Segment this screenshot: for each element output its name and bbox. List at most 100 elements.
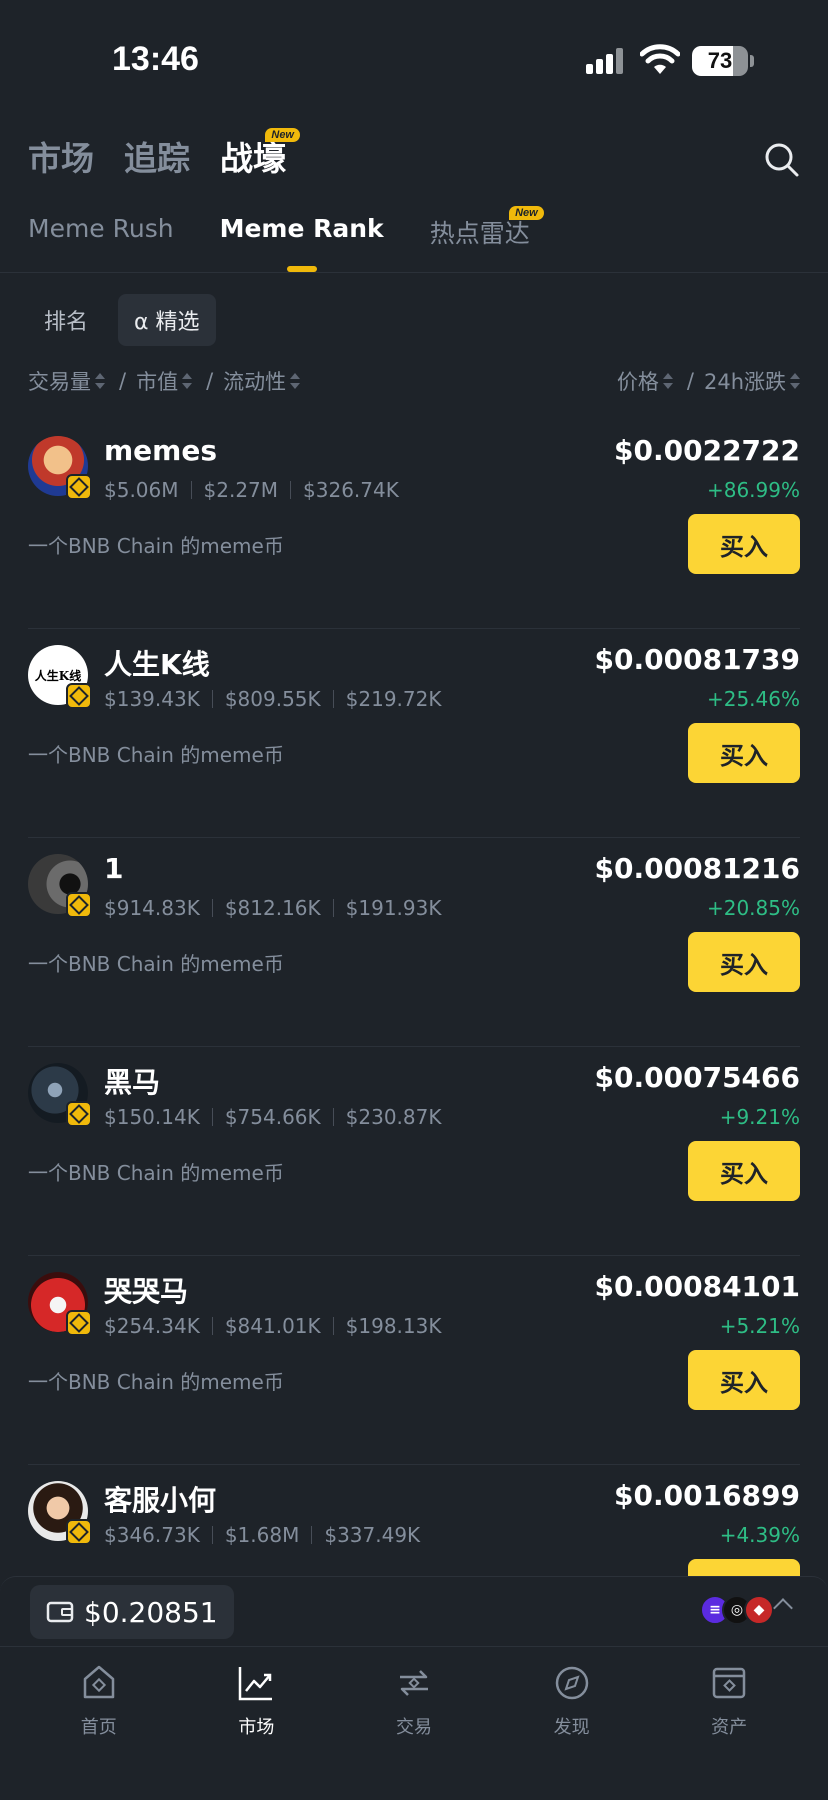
- assets-wallet-icon: [712, 1667, 746, 1699]
- filter-alpha-picks[interactable]: α 精选: [118, 294, 216, 346]
- sort-24h-change[interactable]: 24h涨跌: [704, 366, 800, 396]
- token-name: 人生K线: [104, 648, 210, 681]
- new-badge: New: [265, 128, 300, 142]
- token-row[interactable]: memes $5.06M $2.27M $326.74K 一个BNB Chain…: [28, 420, 800, 629]
- token-liquidity: $191.93K: [345, 896, 442, 920]
- sort-liquidity[interactable]: 流动性: [223, 366, 301, 396]
- token-name: memes: [104, 434, 217, 467]
- cellular-signal-icon: [586, 48, 626, 74]
- token-description: 一个BNB Chain 的meme币: [28, 1161, 284, 1185]
- search-icon[interactable]: [762, 140, 800, 178]
- token-volume: $150.14K: [104, 1105, 200, 1129]
- discover-compass-icon: [555, 1666, 588, 1700]
- buy-button[interactable]: 买入: [688, 1350, 800, 1410]
- nav-home-label: 首页: [80, 1717, 117, 1738]
- token-row[interactable]: 人生K线 人生K线 $139.43K $809.55K $219.72K 一个B…: [28, 629, 800, 838]
- nav-home[interactable]: 首页: [44, 1647, 154, 1800]
- token-market-cap: $841.01K: [224, 1314, 321, 1338]
- nav-assets[interactable]: 资产: [674, 1647, 784, 1800]
- token-volume: $914.83K: [104, 896, 200, 920]
- subtab-hot-radar[interactable]: 热点雷达 New: [430, 206, 544, 270]
- chevron-up-icon[interactable]: [773, 1598, 793, 1618]
- subtab-meme-rank[interactable]: Meme Rank: [220, 214, 384, 272]
- token-list: memes $5.06M $2.27M $326.74K 一个BNB Chain…: [28, 420, 800, 1674]
- token-change: +5.21%: [719, 1314, 800, 1338]
- trade-swap-icon: [399, 1670, 428, 1696]
- wifi-icon: [640, 44, 680, 74]
- token-row[interactable]: 哭哭马 $254.34K $841.01K $198.13K 一个BNB Cha…: [28, 1256, 800, 1465]
- token-market-cap: $754.66K: [224, 1105, 321, 1129]
- divider: [0, 272, 828, 273]
- token-market-cap: $1.68M: [224, 1523, 300, 1547]
- bottom-nav: 首页 市场 交易 发现 资产: [0, 1646, 828, 1800]
- bnb-chain-icon: [66, 1519, 92, 1545]
- token-liquidity: $219.72K: [345, 687, 442, 711]
- status-bar: 13:46 73: [0, 0, 828, 120]
- nav-discover[interactable]: 发现: [517, 1647, 627, 1800]
- nav-market[interactable]: 市场: [201, 1647, 311, 1800]
- token-liquidity: $326.74K: [303, 478, 399, 502]
- sort-icon: [790, 373, 800, 389]
- token-name: 黑马: [104, 1066, 161, 1099]
- wallet-balance: $0.20851: [84, 1595, 218, 1629]
- token-change: +25.46%: [706, 687, 800, 711]
- token-description: 一个BNB Chain 的meme币: [28, 1370, 284, 1394]
- token-change: +4.39%: [719, 1523, 800, 1547]
- nav-trade-label: 交易: [395, 1717, 432, 1738]
- token-description: 一个BNB Chain 的meme币: [28, 534, 284, 558]
- market-chart-icon: [239, 1667, 273, 1701]
- token-price: $0.00081216: [594, 852, 800, 885]
- nav-assets-label: 资产: [711, 1717, 748, 1738]
- wallet-bar: $0.20851 ≡ ◎ ◆: [0, 1576, 828, 1646]
- nav-trade[interactable]: 交易: [359, 1647, 469, 1800]
- sort-volume[interactable]: 交易量: [28, 366, 105, 396]
- tab-trenches-label: 战壕: [220, 139, 286, 178]
- token-price: $0.00084101: [594, 1270, 800, 1303]
- token-row[interactable]: 1 $914.83K $812.16K $191.93K 一个BNB Chain…: [28, 838, 800, 1047]
- new-badge: New: [509, 206, 544, 220]
- buy-button[interactable]: 买入: [688, 723, 800, 783]
- token-row[interactable]: 黑马 $150.14K $754.66K $230.87K 一个BNB Chai…: [28, 1047, 800, 1256]
- bnb-chain-icon: [66, 683, 92, 709]
- sort-market-cap[interactable]: 市值: [136, 366, 193, 396]
- nav-market-label: 市场: [238, 1717, 275, 1738]
- token-price: $0.00081739: [594, 643, 800, 676]
- token-liquidity: $337.49K: [324, 1523, 421, 1547]
- subtab-meme-rush[interactable]: Meme Rush: [28, 214, 174, 270]
- token-liquidity: $230.87K: [345, 1105, 442, 1129]
- token-volume: $5.06M: [104, 478, 179, 502]
- token-market-cap: $809.55K: [224, 687, 321, 711]
- filter-ranking[interactable]: 排名: [28, 294, 104, 346]
- sort-icon: [95, 373, 105, 389]
- token-name: 1: [104, 852, 124, 885]
- bnb-chain-icon: [66, 474, 92, 500]
- sort-price[interactable]: 价格: [617, 366, 673, 396]
- buy-button[interactable]: 买入: [688, 514, 800, 574]
- token-market-cap: $812.16K: [224, 896, 321, 920]
- token-volume: $346.73K: [104, 1523, 200, 1547]
- battery-icon: 73: [692, 46, 748, 76]
- token-name: 哭哭马: [104, 1275, 189, 1308]
- token-stats: $5.06M $2.27M $326.74K: [104, 478, 399, 502]
- filter-chips: 排名 α 精选: [28, 294, 216, 346]
- tab-market[interactable]: 市场: [28, 132, 94, 182]
- token-description: 一个BNB Chain 的meme币: [28, 743, 284, 767]
- token-stats: $150.14K $754.66K $230.87K: [104, 1105, 441, 1129]
- sort-row: 交易量 / 市值 / 流动性 价格 / 24h涨跌: [28, 366, 800, 396]
- recent-tokens[interactable]: ≡ ◎ ◆: [700, 1595, 774, 1625]
- avatar-text: 人生K线: [34, 668, 82, 683]
- top-nav: 市场 追踪 战壕 New: [28, 128, 300, 182]
- sort-icon: [182, 373, 193, 389]
- tab-trenches[interactable]: 战壕 New: [220, 128, 300, 182]
- buy-button[interactable]: 买入: [688, 932, 800, 992]
- token-stats: $914.83K $812.16K $191.93K: [104, 896, 441, 920]
- wallet-balance-button[interactable]: $0.20851: [30, 1585, 234, 1639]
- buy-button[interactable]: 买入: [688, 1141, 800, 1201]
- token-change: +9.21%: [719, 1105, 800, 1129]
- sort-icon: [662, 373, 673, 389]
- tab-track[interactable]: 追踪: [124, 132, 190, 182]
- token-market-cap: $2.27M: [203, 478, 279, 502]
- token-description: 一个BNB Chain 的meme币: [28, 952, 284, 976]
- token-price: $0.00075466: [594, 1061, 800, 1094]
- wallet-icon: [46, 1601, 74, 1623]
